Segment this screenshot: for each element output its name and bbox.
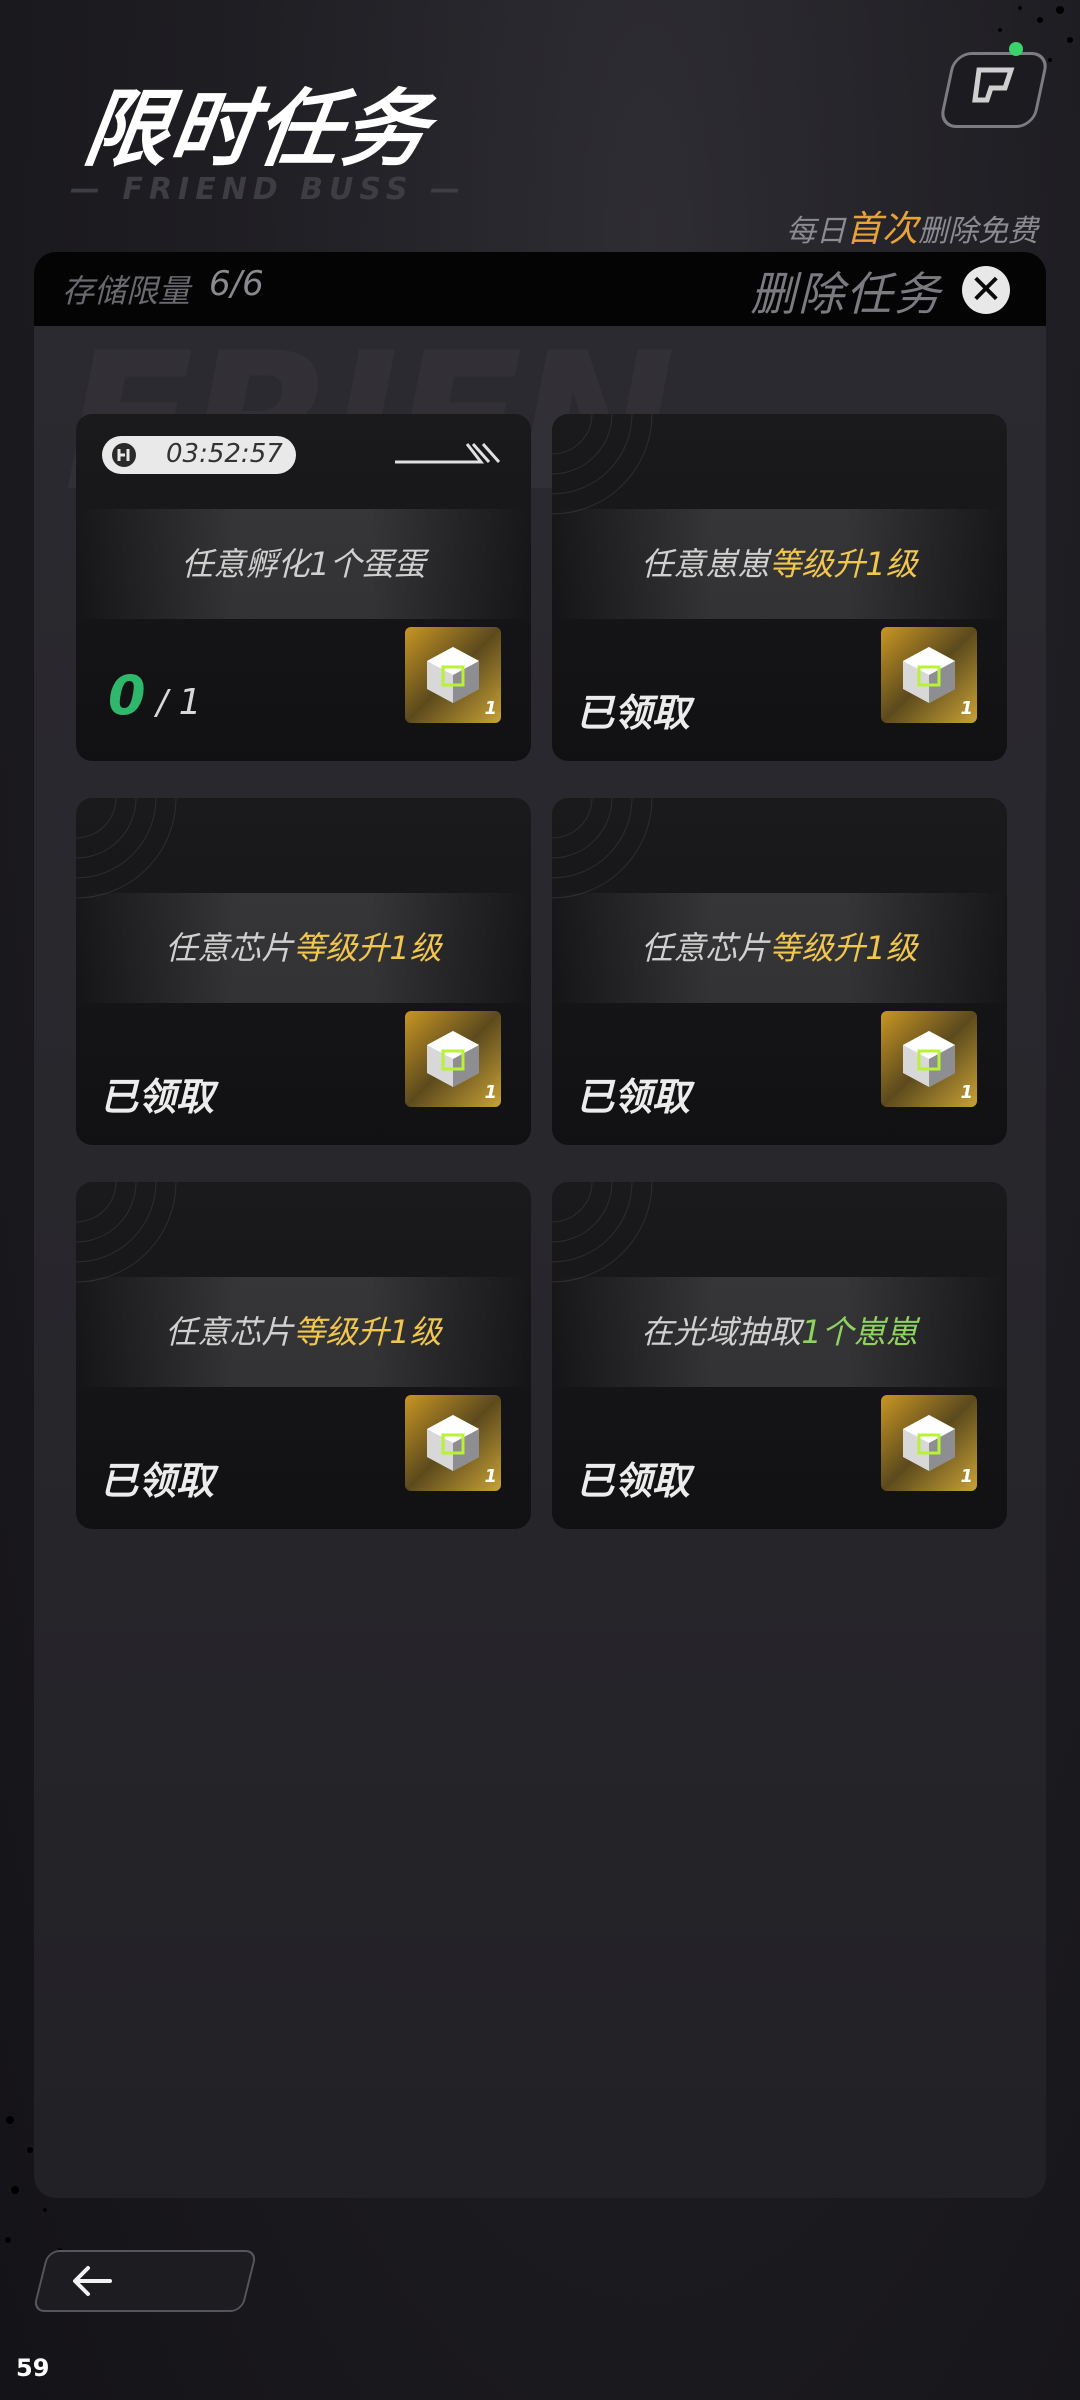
timer-text: 03:52:57 — [166, 439, 283, 469]
task-card[interactable]: 任意芯片等级升1级 已领取 1 — [76, 798, 531, 1145]
clock-icon — [112, 443, 136, 467]
claimed-label: 已领取 — [576, 1459, 691, 1503]
page-title: 限时任务 — [78, 80, 436, 178]
reward-count: 1 — [960, 698, 973, 719]
task-text: 任意芯片等级升1级 — [165, 929, 442, 967]
reward-item[interactable]: 1 — [405, 627, 501, 723]
timer-badge: 03:52:57 — [102, 436, 296, 474]
reward-count: 1 — [484, 1082, 497, 1103]
claimed-label: 已领取 — [100, 1459, 215, 1503]
reward-count: 1 — [960, 1082, 973, 1103]
back-arrow-icon — [73, 2266, 112, 2296]
task-text: 在光域抽取1个崽崽 — [641, 1313, 918, 1351]
quest-button[interactable] — [937, 52, 1051, 128]
task-card[interactable]: 在光域抽取1个崽崽 已领取 1 — [552, 1182, 1007, 1529]
reward-count: 1 — [484, 698, 497, 719]
chip-cube-icon — [903, 1415, 955, 1471]
chip-cube-icon — [903, 647, 955, 703]
task-text: 任意孵化1个蛋蛋 — [181, 545, 426, 583]
task-text: 任意芯片等级升1级 — [641, 929, 918, 967]
reward-item[interactable]: 1 — [881, 627, 977, 723]
arrow-decoration-icon — [395, 443, 501, 464]
claimed-label: 已领取 — [576, 691, 691, 735]
storage-bar: 存储限量 6/6 删除任务 ✕ — [34, 252, 1046, 326]
free-note-highlight: 首次 — [845, 209, 918, 250]
free-delete-note: 每日首次删除免费 — [786, 200, 1038, 252]
chip-cube-icon — [427, 647, 479, 703]
capacity-value: 6/6 — [209, 264, 264, 304]
progress-done: 0 — [108, 664, 146, 727]
reward-item[interactable]: 1 — [881, 1395, 977, 1491]
close-icon[interactable]: ✕ — [962, 266, 1010, 314]
task-text: 任意崽崽等级升1级 — [641, 545, 918, 583]
reward-count: 1 — [484, 1466, 497, 1487]
notification-dot — [1009, 42, 1023, 56]
free-note-suffix: 删除免费 — [918, 214, 1038, 249]
chip-cube-icon — [427, 1031, 479, 1087]
claimed-label: 已领取 — [100, 1075, 215, 1119]
task-card[interactable]: 任意芯片等级升1级 已领取 1 — [76, 1182, 531, 1529]
task-panel: FRIEN 存储限量 6/6 删除任务 ✕ 03:52:57 任意孵化1个蛋蛋 … — [34, 252, 1046, 2198]
chip-cube-icon — [903, 1031, 955, 1087]
reward-count: 1 — [960, 1466, 973, 1487]
task-card[interactable]: 03:52:57 任意孵化1个蛋蛋 0 / 1 1 — [76, 414, 531, 761]
progress-total: 1 — [178, 682, 202, 723]
task-card[interactable]: 任意崽崽等级升1级 已领取 1 — [552, 414, 1007, 761]
quest-scroll-icon — [971, 62, 1017, 118]
task-text: 任意芯片等级升1级 — [165, 1313, 442, 1351]
claimed-label: 已领取 — [576, 1075, 691, 1119]
reward-item[interactable]: 1 — [405, 1011, 501, 1107]
fps-counter: 59 — [16, 2354, 50, 2382]
free-note-prefix: 每日 — [785, 214, 846, 249]
reward-item[interactable]: 1 — [405, 1395, 501, 1491]
page-subtitle: — FRIEND BUSS — — [70, 172, 466, 207]
task-progress: 0 / 1 — [108, 664, 202, 727]
task-card[interactable]: 任意芯片等级升1级 已领取 1 — [552, 798, 1007, 1145]
reward-item[interactable]: 1 — [881, 1011, 977, 1107]
capacity-label: 存储限量 — [62, 272, 191, 310]
delete-task-label[interactable]: 删除任务 — [750, 258, 942, 324]
chip-cube-icon — [427, 1415, 479, 1471]
back-button[interactable] — [32, 2250, 258, 2312]
